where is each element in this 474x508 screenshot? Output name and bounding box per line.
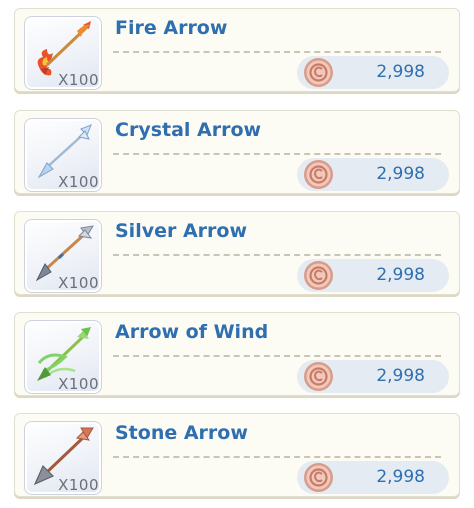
item-icon-box: X100 [24,421,102,495]
shop-item-stone-arrow[interactable]: X100 Stone Arrow 2,998 [14,413,460,497]
item-name: Stone Arrow [115,422,248,444]
item-name: Fire Arrow [115,17,228,39]
copper-coin-icon [304,463,333,492]
shop-item-fire-arrow[interactable]: X100 Fire Arrow 2,998 [14,8,460,92]
item-icon-box: X100 [24,118,102,192]
copper-coin-icon [304,362,333,391]
item-price: 2,998 [376,265,425,285]
buy-button[interactable]: 2,998 [297,158,449,191]
item-price: 2,998 [376,164,425,184]
divider [113,456,441,458]
shop-item-silver-arrow[interactable]: X100 Silver Arrow 2,998 [14,211,460,295]
item-price: 2,998 [376,366,425,386]
item-name: Silver Arrow [115,220,248,242]
copper-coin-icon [304,261,333,290]
shop-item-list: X100 Fire Arrow 2,998 X100 Crystal Arrow [0,0,474,508]
item-price: 2,998 [376,62,425,82]
item-name: Arrow of Wind [115,321,269,343]
divider [113,355,441,357]
buy-button[interactable]: 2,998 [297,360,449,393]
item-icon-box: X100 [24,320,102,394]
divider [113,254,441,256]
item-name: Crystal Arrow [115,119,262,141]
item-price: 2,998 [376,467,425,487]
divider [113,51,441,53]
copper-coin-icon [304,58,333,87]
item-quantity: X100 [58,274,99,292]
item-quantity: X100 [58,71,99,89]
item-quantity: X100 [58,476,99,494]
buy-button[interactable]: 2,998 [297,259,449,292]
divider [113,153,441,155]
buy-button[interactable]: 2,998 [297,56,449,89]
buy-button[interactable]: 2,998 [297,461,449,494]
item-icon-box: X100 [24,219,102,293]
copper-coin-icon [304,160,333,189]
item-quantity: X100 [58,375,99,393]
shop-item-crystal-arrow[interactable]: X100 Crystal Arrow 2,998 [14,110,460,194]
item-quantity: X100 [58,173,99,191]
shop-item-arrow-of-wind[interactable]: X100 Arrow of Wind 2,998 [14,312,460,396]
item-icon-box: X100 [24,16,102,90]
